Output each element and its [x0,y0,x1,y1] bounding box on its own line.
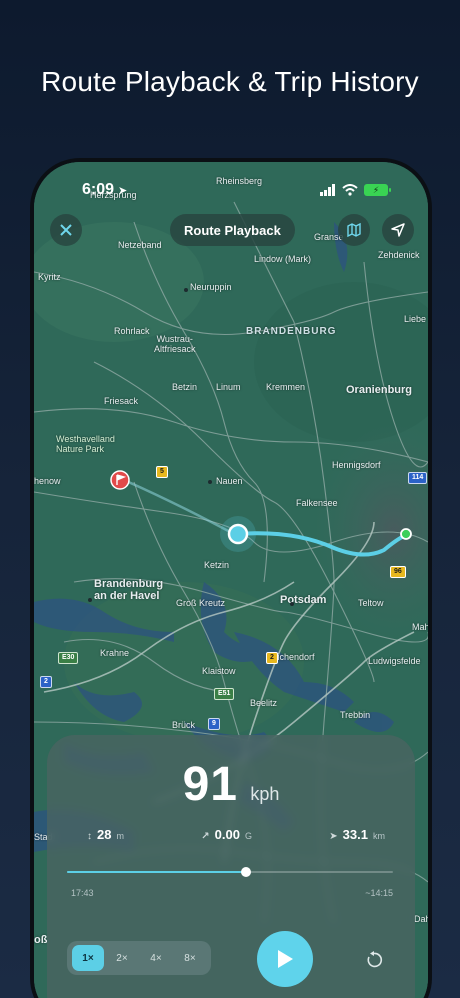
clock: 6:09 [82,181,115,198]
current-position-icon [227,523,249,545]
distance-value: 33.1 [342,827,368,842]
gforce-icon: ↗ [201,831,210,842]
close-button[interactable] [50,214,82,246]
gforce-unit: G [244,831,252,841]
play-button[interactable] [257,931,313,987]
speed-value: 91 [182,758,238,811]
top-bar: Route Playback [48,214,414,248]
distance-icon: ➤ [329,831,338,842]
stats-row: ↕ 28 m ↗ 0.00 G ➤ 33.1 km [87,827,385,842]
restart-button[interactable] [363,949,385,971]
playback-panel: 91 kph ↕ 28 m ↗ 0.00 G ➤ 33.1 km 17:43 ~… [47,735,415,998]
recenter-button[interactable] [382,214,414,246]
play-icon [278,950,293,968]
time-range: 17:43 ~14:15 [71,888,393,898]
playback-scrubber[interactable] [67,867,393,877]
status-time: 6:09 ➤ [82,181,127,199]
playback-controls: 1× 2× 4× 8× [67,931,399,987]
speed-readout: 91 kph [47,757,415,812]
close-icon [60,224,72,236]
phone-frame: Rheinsberg Herzsprung Netzeband Granse Z… [30,158,432,998]
speed-option-8x[interactable]: 8× [174,945,206,971]
gforce-value: 0.00 [214,827,240,842]
app-screen: Rheinsberg Herzsprung Netzeband Granse Z… [34,162,428,998]
end-time: ~14:15 [365,888,393,898]
scrubber-thumb[interactable] [241,867,252,877]
distance-stat: ➤ 33.1 km [329,827,385,842]
wifi-icon [342,184,358,196]
distance-unit: km [372,831,385,841]
altitude-stat: ↕ 28 m [87,827,124,842]
headline: Route Playback & Trip History [41,66,419,97]
restart-icon [367,951,383,968]
playback-speed-selector: 1× 2× 4× 8× [67,941,211,975]
page-title: Route Playback [170,214,295,246]
route-line [236,531,406,557]
map-style-button[interactable] [338,214,370,246]
status-icons: ⚡ [320,184,391,196]
speed-option-4x[interactable]: 4× [140,945,172,971]
speed-option-1x[interactable]: 1× [72,945,104,971]
end-point-icon [400,528,412,540]
start-flag-icon [110,470,130,490]
location-arrow-icon: ➤ [118,184,128,197]
start-time: 17:43 [71,888,94,898]
altitude-unit: m [116,831,124,841]
status-bar: 6:09 ➤ ⚡ [82,180,391,200]
signal-icon [320,184,335,196]
scrubber-fill [67,871,247,873]
navigation-arrow-icon [391,223,405,237]
battery-icon: ⚡ [364,184,391,196]
speed-option-2x[interactable]: 2× [106,945,138,971]
altitude-icon: ↕ [87,831,92,842]
map-icon [347,223,361,237]
gforce-stat: ↗ 0.00 G [201,827,252,842]
altitude-value: 28 [97,827,112,842]
route-traveled [123,478,235,536]
speed-unit: kph [250,784,280,804]
